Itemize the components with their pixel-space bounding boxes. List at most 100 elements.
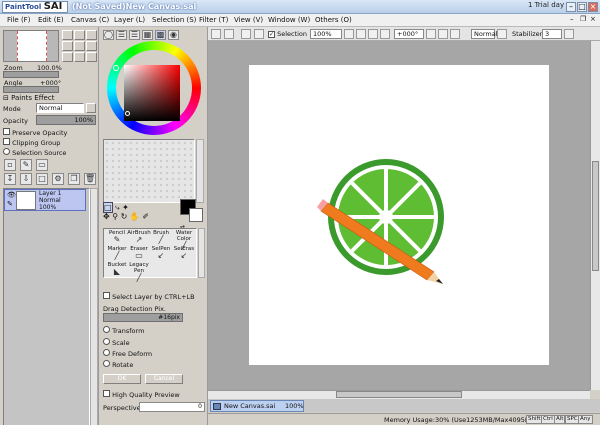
layer-scrollbar[interactable] bbox=[90, 188, 98, 425]
selection-source-checkbox[interactable]: Selection Source bbox=[3, 148, 66, 157]
menu-view[interactable]: View (V) bbox=[234, 16, 263, 24]
brush-lock-icon[interactable]: ✎ bbox=[7, 200, 13, 208]
document-tab[interactable]: New Canvas.sai 100% bbox=[210, 400, 304, 412]
blend-mode-field[interactable]: Normal bbox=[471, 29, 498, 39]
vertical-scroll-thumb[interactable] bbox=[592, 161, 599, 271]
magic-wand-icon[interactable]: ✦ bbox=[122, 203, 129, 212]
close-icon[interactable]: × bbox=[588, 2, 598, 12]
nav-zoom-out-icon[interactable] bbox=[74, 30, 85, 40]
angle-slider[interactable] bbox=[3, 86, 59, 93]
tool-seleras[interactable]: SelEras ↙ bbox=[172, 246, 196, 262]
hand-icon[interactable]: ✋ bbox=[130, 212, 140, 221]
zoom-reset-icon[interactable] bbox=[368, 29, 378, 39]
mdi-close-icon[interactable]: × bbox=[590, 15, 596, 23]
tool-water-color[interactable]: Water Color ╱ bbox=[172, 230, 196, 250]
new-folder-icon[interactable]: ▭ bbox=[36, 159, 48, 171]
scratch-pad-icon[interactable]: ◉ bbox=[168, 30, 179, 40]
nav-fit-icon[interactable] bbox=[86, 30, 97, 40]
nav-rotate-left-icon[interactable] bbox=[62, 41, 73, 51]
move-icon[interactable]: ✥ bbox=[103, 212, 110, 221]
tool-airbrush[interactable]: AirBrush ↗ bbox=[127, 230, 151, 246]
zoom-slider[interactable] bbox=[3, 71, 59, 78]
hue-cursor[interactable] bbox=[113, 65, 119, 71]
lasso-icon[interactable]: ⤷ bbox=[115, 203, 119, 212]
nav-reset-icon[interactable] bbox=[86, 41, 97, 51]
ok-button[interactable]: OK bbox=[103, 374, 141, 384]
canvas-paper[interactable] bbox=[249, 65, 549, 365]
transform-radio[interactable]: Transform bbox=[103, 326, 144, 335]
tool-eraser[interactable]: Eraser ▭ bbox=[127, 246, 151, 262]
color-mix-icon[interactable]: ▦ bbox=[142, 30, 153, 40]
rotate-reset-icon[interactable] bbox=[450, 29, 460, 39]
saturation-value-box[interactable] bbox=[124, 65, 180, 121]
invert-selection-icon[interactable] bbox=[254, 29, 264, 39]
paints-effect-header[interactable]: ⊟ Paints Effect bbox=[3, 94, 54, 102]
tool-scrollbar[interactable] bbox=[198, 228, 205, 278]
cancel-button[interactable]: Cancel bbox=[145, 374, 183, 384]
zoom-out-icon[interactable] bbox=[344, 29, 354, 39]
navigator-preview[interactable] bbox=[3, 30, 59, 62]
mdi-restore-icon[interactable]: ❐ bbox=[580, 15, 586, 23]
drag-detection-slider[interactable]: #16pix bbox=[103, 313, 183, 322]
preserve-opacity-checkbox[interactable]: Preserve Opacity bbox=[3, 128, 67, 137]
deselect-icon[interactable] bbox=[241, 29, 251, 39]
delete-layer-icon[interactable]: 🗑 bbox=[84, 173, 96, 185]
menu-layer[interactable]: Layer (L) bbox=[114, 16, 145, 24]
secondary-color-swatch[interactable] bbox=[189, 208, 203, 222]
minimize-icon[interactable]: – bbox=[566, 2, 576, 12]
fit-window-icon[interactable] bbox=[380, 29, 390, 39]
opacity-slider[interactable]: 100% bbox=[36, 115, 96, 125]
free-deform-radio[interactable]: Free Deform bbox=[103, 349, 152, 358]
scale-radio[interactable]: Scale bbox=[103, 338, 130, 347]
clear-layer-icon[interactable]: □ bbox=[36, 173, 48, 185]
swatch-scrollbar[interactable] bbox=[196, 139, 204, 203]
tool-legacy-pen[interactable]: Legacy Pen ╱ bbox=[127, 262, 151, 282]
menu-selection[interactable]: Selection (S) bbox=[152, 16, 196, 24]
hsv-slider-icon[interactable]: ☰ bbox=[129, 30, 140, 40]
menu-filter[interactable]: Filter (T) bbox=[199, 16, 228, 24]
stabilizer-dropdown-icon[interactable] bbox=[564, 29, 574, 39]
swatch-grid[interactable] bbox=[103, 139, 195, 203]
vertical-scrollbar[interactable] bbox=[590, 41, 600, 390]
maximize-icon[interactable]: □ bbox=[577, 2, 587, 12]
nav-mirror-icon[interactable] bbox=[86, 52, 97, 62]
rotate-left-icon[interactable] bbox=[426, 29, 436, 39]
mode-option-icon[interactable] bbox=[497, 29, 507, 39]
tool-bucket[interactable]: Bucket ◣ bbox=[105, 262, 129, 278]
tool-brush[interactable]: Brush ╱ bbox=[149, 230, 173, 246]
mode-dropdown-icon[interactable] bbox=[86, 103, 96, 113]
perspective-field[interactable]: 0 bbox=[139, 402, 205, 412]
rgb-slider-icon[interactable]: ☰ bbox=[116, 30, 127, 40]
clipping-group-checkbox[interactable]: Clipping Group bbox=[3, 138, 60, 147]
tool-pencil[interactable]: Pencil ✎ bbox=[105, 230, 129, 246]
rotate-right-icon[interactable] bbox=[438, 29, 448, 39]
duplicate-layer-icon[interactable]: ❐ bbox=[68, 173, 80, 185]
redo-icon[interactable] bbox=[224, 29, 234, 39]
eyedropper-icon[interactable]: ✐ bbox=[142, 212, 149, 221]
menu-edit[interactable]: Edit (E) bbox=[38, 16, 64, 24]
menu-file[interactable]: File (F) bbox=[7, 16, 30, 24]
rotate-tool-icon[interactable]: ↻ bbox=[121, 212, 128, 221]
nav-zoom-in-icon[interactable] bbox=[62, 30, 73, 40]
tool-selpen[interactable]: SelPen ↙ bbox=[149, 246, 173, 262]
menu-window[interactable]: Window (W) bbox=[268, 16, 310, 24]
menu-canvas[interactable]: Canvas (C) bbox=[71, 16, 109, 24]
zoom-field[interactable]: 100% bbox=[310, 29, 342, 39]
nav-flip-icon[interactable] bbox=[62, 52, 73, 62]
tool-marker[interactable]: Marker ╱ bbox=[105, 246, 129, 262]
selection-toggle[interactable]: ✓ Selection bbox=[268, 30, 307, 38]
angle-field[interactable]: +000° bbox=[394, 29, 424, 39]
layer-settings-icon[interactable]: ⚙ bbox=[52, 173, 64, 185]
mdi-minimize-icon[interactable]: – bbox=[570, 15, 574, 23]
undo-icon[interactable] bbox=[211, 29, 221, 39]
menu-others[interactable]: Others (O) bbox=[315, 16, 352, 24]
new-layer-icon[interactable]: ▫ bbox=[4, 159, 16, 171]
eye-icon[interactable]: 👁 bbox=[7, 191, 16, 199]
color-picker-cursor[interactable] bbox=[125, 111, 130, 116]
color-wheel-mode-icon[interactable]: ◯ bbox=[103, 30, 114, 40]
select-layer-checkbox[interactable]: Select Layer by CTRL+LB bbox=[103, 292, 195, 301]
swatches-icon[interactable]: ▩ bbox=[155, 30, 166, 40]
merge-down-icon[interactable]: ⇩ bbox=[20, 173, 32, 185]
nav-view-icon[interactable] bbox=[74, 52, 85, 62]
layer-row[interactable]: 👁 ✎ Layer 1 Normal 100% bbox=[4, 189, 86, 211]
